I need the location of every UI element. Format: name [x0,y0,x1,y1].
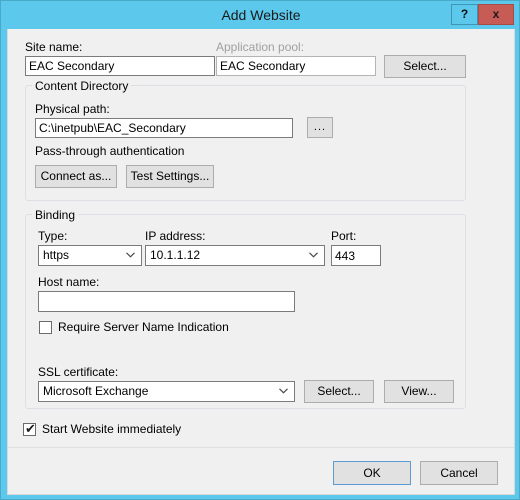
binding-type-combo[interactable]: https [38,245,142,266]
binding-port-input[interactable] [331,245,381,266]
binding-type-value: https [43,248,70,262]
require-sni-label: Require Server Name Indication [58,320,229,334]
footer-separator [8,447,514,448]
chevron-down-icon [306,246,320,265]
application-pool-label: Application pool: [216,40,305,54]
start-website-label: Start Website immediately [42,422,182,436]
start-website-checkbox-box: ✔ [23,421,36,436]
help-button[interactable]: ? [451,4,478,25]
host-name-input[interactable] [38,291,295,312]
ssl-select-button[interactable]: Select... [304,380,374,403]
close-button[interactable]: x [478,4,514,25]
content-directory-group-title: Content Directory [32,79,132,93]
physical-path-input[interactable] [35,118,293,138]
pass-through-authentication-label: Pass-through authentication [35,144,185,158]
application-pool-input[interactable] [216,56,376,76]
title-bar: Add Website ? x [1,1,519,29]
site-name-label: Site name: [25,40,83,54]
add-website-dialog: Add Website ? x Site name: Application p… [0,0,520,500]
binding-ip-label: IP address: [145,229,206,243]
cancel-button[interactable]: Cancel [420,461,498,485]
connect-as-button[interactable]: Connect as... [35,165,117,188]
physical-path-label: Physical path: [35,102,110,116]
binding-port-label: Port: [331,229,357,243]
checkmark-icon: ✔ [25,421,36,436]
binding-ip-combo[interactable]: 10.1.1.12 [145,245,325,266]
ssl-certificate-value: Microsoft Exchange [43,384,149,398]
dialog-body: Site name: Application pool: Select... C… [7,29,515,495]
application-pool-select-button[interactable]: Select... [384,55,466,78]
ssl-view-button[interactable]: View... [384,380,454,403]
chevron-down-icon [123,246,137,265]
window-title: Add Website [221,7,301,23]
site-name-input[interactable] [25,56,215,76]
require-sni-checkbox-box [39,321,52,334]
binding-type-label: Type: [38,229,68,243]
ssl-certificate-combo[interactable]: Microsoft Exchange [38,381,295,402]
ssl-certificate-label: SSL certificate: [38,365,119,379]
binding-group-title: Binding [32,208,79,222]
chevron-down-icon [276,382,290,401]
test-settings-button[interactable]: Test Settings... [126,165,214,188]
ok-button[interactable]: OK [333,461,411,485]
binding-ip-value: 10.1.1.12 [150,248,201,262]
host-name-label: Host name: [38,275,100,289]
browse-folder-button[interactable]: ... [307,117,333,138]
